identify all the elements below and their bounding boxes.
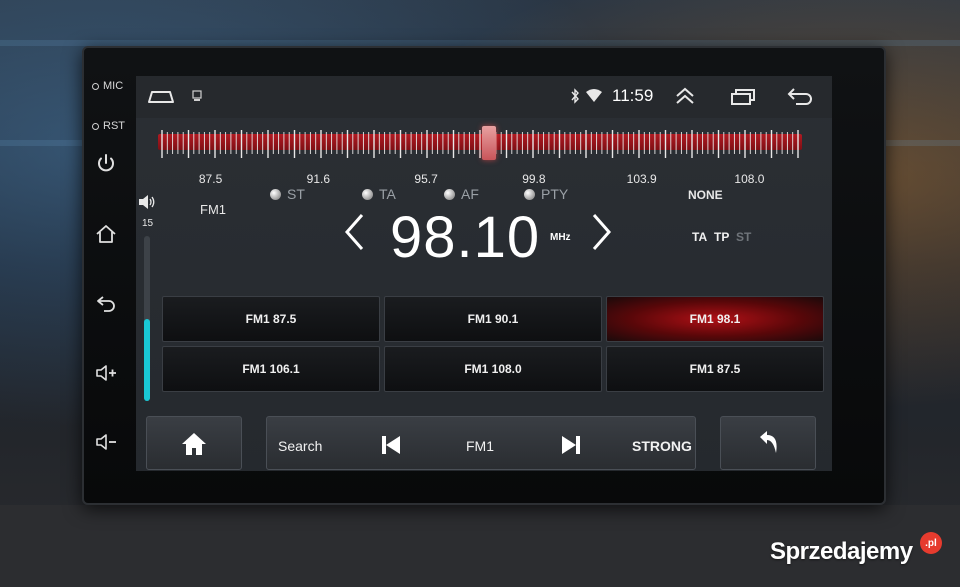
scale-label: 91.6: [306, 172, 331, 186]
preset-2[interactable]: FM1 90.1: [384, 296, 602, 342]
status-bar: 11:59: [136, 76, 832, 118]
ta-toggle[interactable]: TA: [362, 186, 396, 202]
speaker-icon: [139, 195, 155, 209]
seek-down-chevron-icon[interactable]: [342, 212, 366, 252]
frequency-display: 98.10: [390, 205, 541, 270]
notification-icon: [192, 90, 202, 101]
af-dot: [444, 188, 455, 200]
preset-3[interactable]: FM1 98.1: [606, 296, 824, 342]
ta-flag: TA: [692, 230, 708, 244]
back-icon[interactable]: [94, 291, 118, 315]
expand-icon[interactable]: [674, 86, 696, 106]
st-flag: ST: [736, 230, 752, 244]
head-unit: MIC RST 11:59 87.5 91.6 95.7 99.8 103.9 …: [82, 46, 886, 505]
rst-label: RST: [103, 120, 125, 132]
tp-flag: TP: [714, 230, 730, 244]
signal-strength[interactable]: STRONG: [632, 438, 692, 454]
af-toggle[interactable]: AF: [444, 186, 479, 202]
tuning-needle[interactable]: [482, 126, 497, 160]
volume-value: 15: [142, 218, 154, 229]
volume-fill: [144, 318, 150, 401]
back-arrow-icon[interactable]: [786, 86, 814, 106]
status-clock: 11:59: [612, 86, 654, 105]
reset-button[interactable]: RST: [92, 120, 130, 132]
reset-led: [92, 122, 99, 130]
power-icon[interactable]: [94, 152, 118, 176]
band-button[interactable]: FM1: [466, 438, 494, 454]
bluetooth-icon: [571, 88, 579, 104]
st-label: ST: [287, 186, 305, 202]
mic-label: MIC: [103, 80, 124, 92]
preset-4[interactable]: FM1 106.1: [162, 346, 380, 392]
pty-value: NONE: [688, 188, 723, 202]
scale-label: 87.5: [198, 172, 223, 186]
scale-label: 95.7: [414, 172, 438, 186]
scale-ticks: [161, 130, 799, 158]
scale-label: 103.9: [626, 172, 657, 186]
volume-up-icon[interactable]: [94, 361, 118, 385]
pty-label: PTY: [541, 186, 569, 202]
af-label: AF: [461, 186, 479, 202]
return-arrow-icon: [760, 431, 777, 453]
ta-label: TA: [379, 186, 396, 202]
preset-5[interactable]: FM1 108.0: [384, 346, 602, 392]
mic-led: [92, 82, 99, 90]
return-button[interactable]: [720, 416, 816, 470]
home-outline-icon[interactable]: [146, 87, 176, 105]
seek-next-icon[interactable]: [560, 434, 582, 456]
seek-up-chevron-icon[interactable]: [590, 212, 614, 252]
preset-grid: FM1 87.5 FM1 90.1 FM1 98.1 FM1 106.1 FM1…: [162, 296, 826, 396]
mic-indicator: MIC: [92, 80, 130, 92]
watermark-logo: Sprzedajemy: [770, 538, 913, 565]
seek-previous-icon[interactable]: [380, 434, 402, 456]
pty-dot: [524, 188, 535, 200]
radio-screen: 11:59 87.5 91.6 95.7 99.8 103.9 108.0 ST: [136, 76, 832, 471]
side-panel: MIC RST: [84, 48, 134, 503]
band-label: FM1: [200, 202, 226, 217]
scale-label: 108.0: [734, 172, 765, 186]
ta-dot: [362, 188, 373, 200]
recent-apps-icon[interactable]: [730, 88, 756, 106]
st-toggle[interactable]: ST: [270, 186, 305, 202]
search-button[interactable]: Search: [278, 438, 322, 454]
st-dot: [270, 188, 281, 200]
pty-toggle[interactable]: PTY: [524, 186, 568, 202]
frequency-unit: MHz: [550, 232, 571, 243]
watermark-badge: .pl: [920, 532, 942, 554]
preset-1[interactable]: FM1 87.5: [162, 296, 380, 342]
scale-label: 99.8: [522, 172, 546, 186]
preset-6[interactable]: FM1 87.5: [606, 346, 824, 392]
home-button[interactable]: [146, 416, 242, 470]
volume-down-icon[interactable]: [94, 430, 118, 454]
volume-slider[interactable]: [144, 236, 150, 401]
home-icon[interactable]: [94, 222, 118, 246]
wifi-icon: [586, 89, 602, 102]
tuning-scale[interactable]: [158, 126, 802, 168]
home-filled-icon: [182, 433, 206, 455]
